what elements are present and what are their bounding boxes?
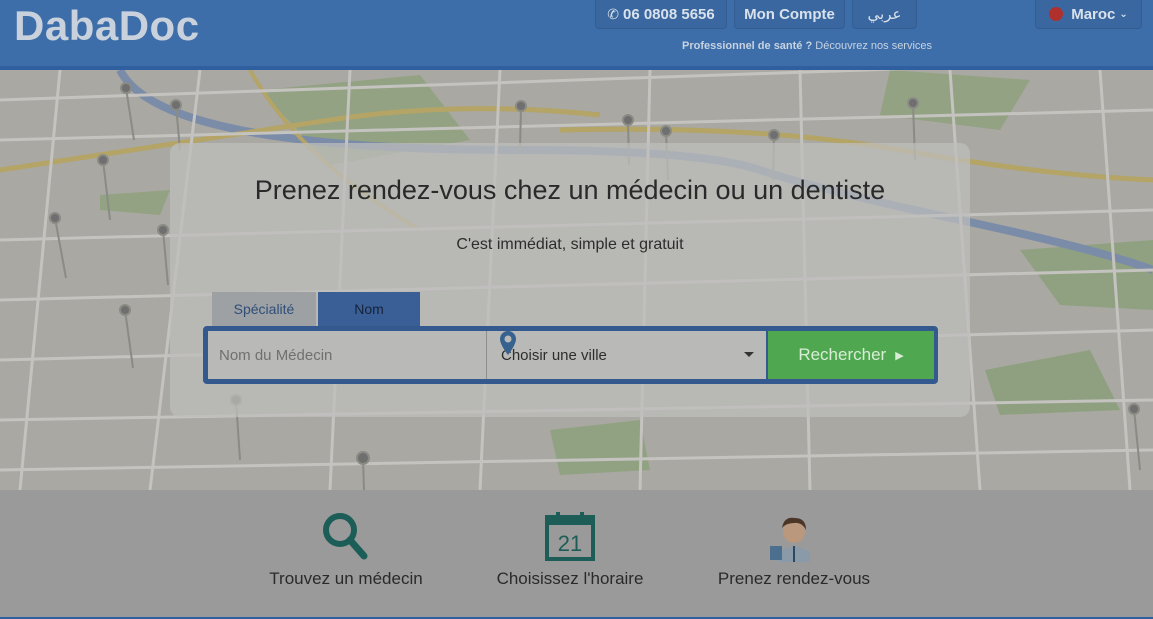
step-label: Choisissez l'horaire: [496, 569, 644, 588]
step-label: Prenez rendez-vous: [717, 569, 871, 588]
phone-icon: ✆: [607, 5, 619, 22]
phone-button[interactable]: ✆ 06 0808 5656: [595, 0, 727, 29]
tab-specialite[interactable]: Spécialité: [212, 292, 316, 326]
top-header: DabaDoc ✆ 06 0808 5656 Mon Compte عربي M…: [0, 0, 1153, 70]
search-button[interactable]: Rechercher ▶: [768, 331, 934, 379]
morocco-flag-icon: [1049, 7, 1064, 21]
hero-title: Prenez rendez-vous chez un médecin ou un…: [254, 175, 886, 205]
step-label: Trouvez un médecin: [269, 569, 423, 588]
dabadoc-logo[interactable]: DabaDoc: [14, 2, 200, 50]
tab-nom[interactable]: Nom: [318, 292, 420, 326]
phone-number: 06 0808 5656: [622, 5, 715, 23]
doctor-icon: [770, 517, 810, 562]
arabic-language-button[interactable]: عربي: [852, 0, 917, 29]
professional-services-link[interactable]: Découvrez nos services: [815, 40, 932, 52]
search-icon: [323, 513, 368, 560]
professional-question: Professionnel de santé ?: [682, 40, 813, 52]
play-arrow-icon: ▶: [895, 349, 904, 362]
search-panel: Prenez rendez-vous chez un médecin ou un…: [170, 143, 970, 417]
step-choose-time: 21 Choisissez l'horaire: [455, 490, 685, 619]
calendar-icon: 21: [545, 512, 595, 561]
step-find-doctor: Trouvez un médecin: [231, 490, 461, 619]
map-hero: Prenez rendez-vous chez un médecin ou un…: [0, 70, 1153, 490]
city-select-value: Choisir une ville: [501, 346, 607, 364]
doctor-name-input[interactable]: [208, 331, 487, 379]
country-selector[interactable]: Maroc ⌄: [1035, 0, 1142, 29]
country-label: Maroc: [1071, 5, 1116, 23]
chevron-down-icon: ⌄: [1119, 8, 1128, 20]
steps-section: Trouvez un médecin 21 Choisissez l'horai…: [0, 490, 1153, 619]
dropdown-caret-icon: [744, 352, 754, 357]
search-button-label: Rechercher: [798, 345, 887, 364]
city-select[interactable]: Choisir une ville: [486, 331, 766, 379]
search-bar: Choisir une ville Rechercher ▶: [203, 326, 938, 384]
location-pin-icon: [500, 331, 516, 355]
professional-link[interactable]: Professionnel de santé ? Découvrez nos s…: [682, 40, 932, 52]
step-book-appointment: Prenez rendez-vous: [679, 490, 909, 619]
calendar-day: 21: [558, 531, 582, 556]
account-button[interactable]: Mon Compte: [734, 0, 845, 29]
hero-subtitle: C'est immédiat, simple et gratuit: [456, 236, 684, 253]
